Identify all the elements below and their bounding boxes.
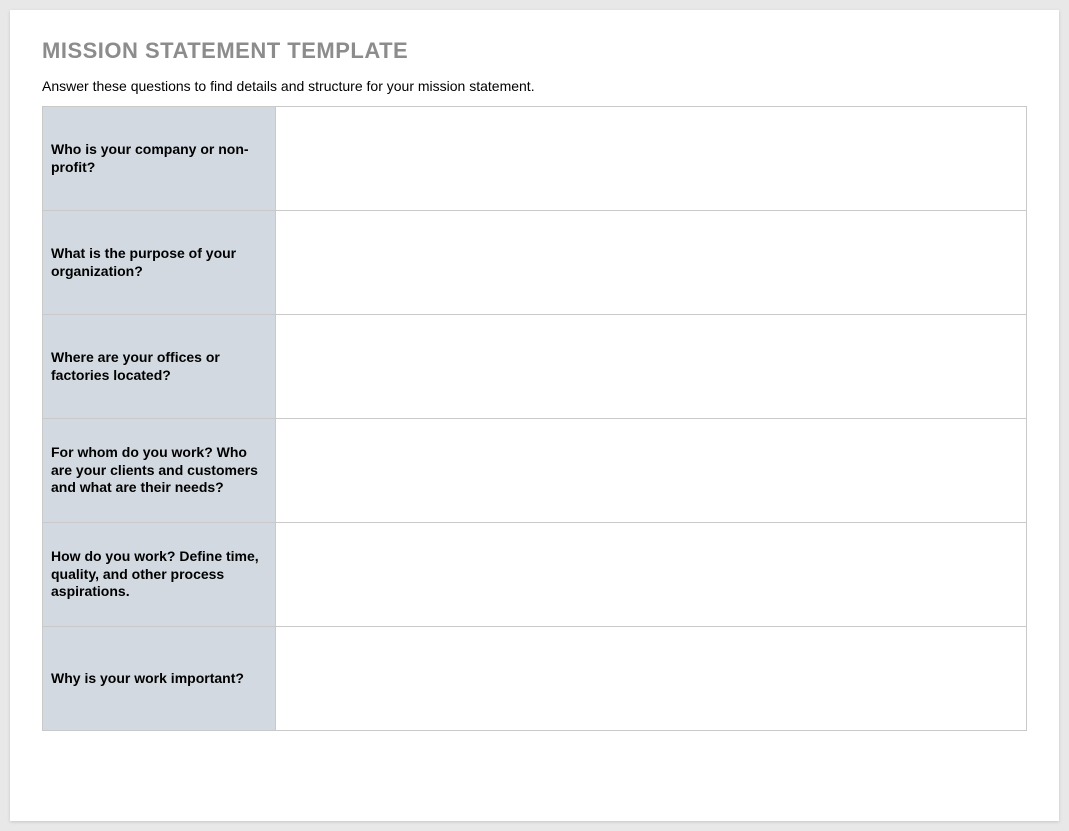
answer-cell[interactable] [276, 627, 1027, 731]
answer-cell[interactable] [276, 523, 1027, 627]
page-title: MISSION STATEMENT TEMPLATE [42, 38, 1027, 64]
document-page: MISSION STATEMENT TEMPLATE Answer these … [10, 10, 1059, 821]
table-row: Where are your offices or factories loca… [43, 315, 1027, 419]
table-row: How do you work? Define time, quality, a… [43, 523, 1027, 627]
answer-cell[interactable] [276, 419, 1027, 523]
table-row: Why is your work important? [43, 627, 1027, 731]
table-row: What is the purpose of your organization… [43, 211, 1027, 315]
question-cell: How do you work? Define time, quality, a… [43, 523, 276, 627]
questions-table: Who is your company or non-profit? What … [42, 106, 1027, 731]
question-cell: Where are your offices or factories loca… [43, 315, 276, 419]
question-cell: Who is your company or non-profit? [43, 107, 276, 211]
table-row: Who is your company or non-profit? [43, 107, 1027, 211]
question-cell: For whom do you work? Who are your clien… [43, 419, 276, 523]
table-row: For whom do you work? Who are your clien… [43, 419, 1027, 523]
answer-cell[interactable] [276, 211, 1027, 315]
page-subtitle: Answer these questions to find details a… [42, 78, 1027, 94]
question-cell: Why is your work important? [43, 627, 276, 731]
answer-cell[interactable] [276, 107, 1027, 211]
question-cell: What is the purpose of your organization… [43, 211, 276, 315]
answer-cell[interactable] [276, 315, 1027, 419]
